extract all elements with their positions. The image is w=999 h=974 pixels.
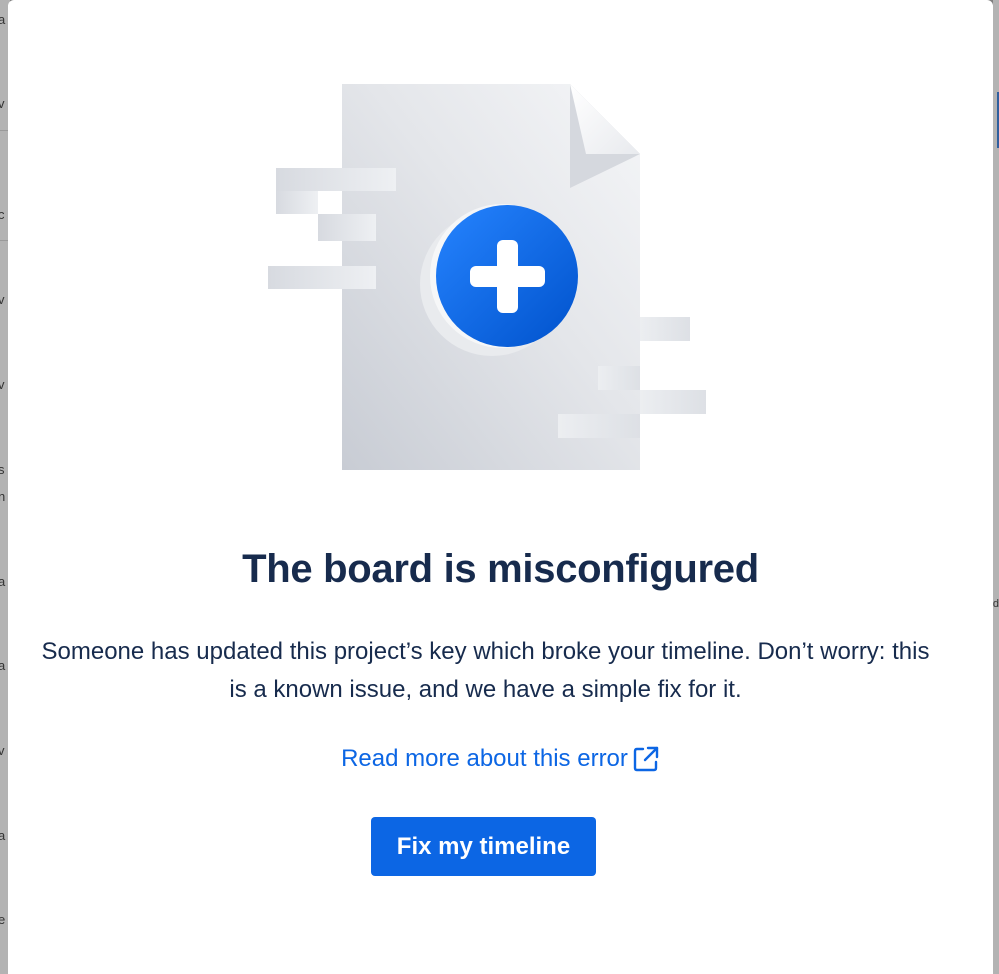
background-text-fragment: v bbox=[0, 377, 5, 392]
help-link-row: Read more about this error bbox=[8, 745, 993, 773]
background-text-fragment: a bbox=[0, 828, 6, 843]
external-link-icon bbox=[632, 745, 660, 773]
background-text-fragment: c bbox=[0, 207, 5, 222]
error-dialog: The board is misconfigured Someone has u… bbox=[8, 0, 993, 974]
page-title: The board is misconfigured bbox=[242, 547, 759, 591]
background-text-fragment: a bbox=[0, 574, 6, 589]
background-text-fragment: v bbox=[0, 96, 5, 111]
background-text-fragment: d bbox=[993, 598, 999, 610]
background-text-fragment: a bbox=[0, 658, 6, 673]
background-text-fragment: a bbox=[0, 12, 6, 27]
background-text-fragment: v bbox=[0, 743, 5, 758]
background-text-fragment: e bbox=[0, 912, 6, 927]
background-text-fragment: n bbox=[0, 489, 6, 504]
document-plus-icon bbox=[266, 80, 716, 480]
background-text-fragment: s bbox=[0, 462, 5, 477]
background-page-right-edge: d bbox=[993, 0, 999, 974]
error-description: Someone has updated this project’s key w… bbox=[41, 638, 930, 703]
read-more-link[interactable]: Read more about this error bbox=[341, 745, 660, 773]
read-more-link-label: Read more about this error bbox=[341, 745, 628, 772]
background-text-fragment: v bbox=[0, 292, 5, 307]
fix-timeline-button[interactable]: Fix my timeline bbox=[371, 817, 596, 876]
